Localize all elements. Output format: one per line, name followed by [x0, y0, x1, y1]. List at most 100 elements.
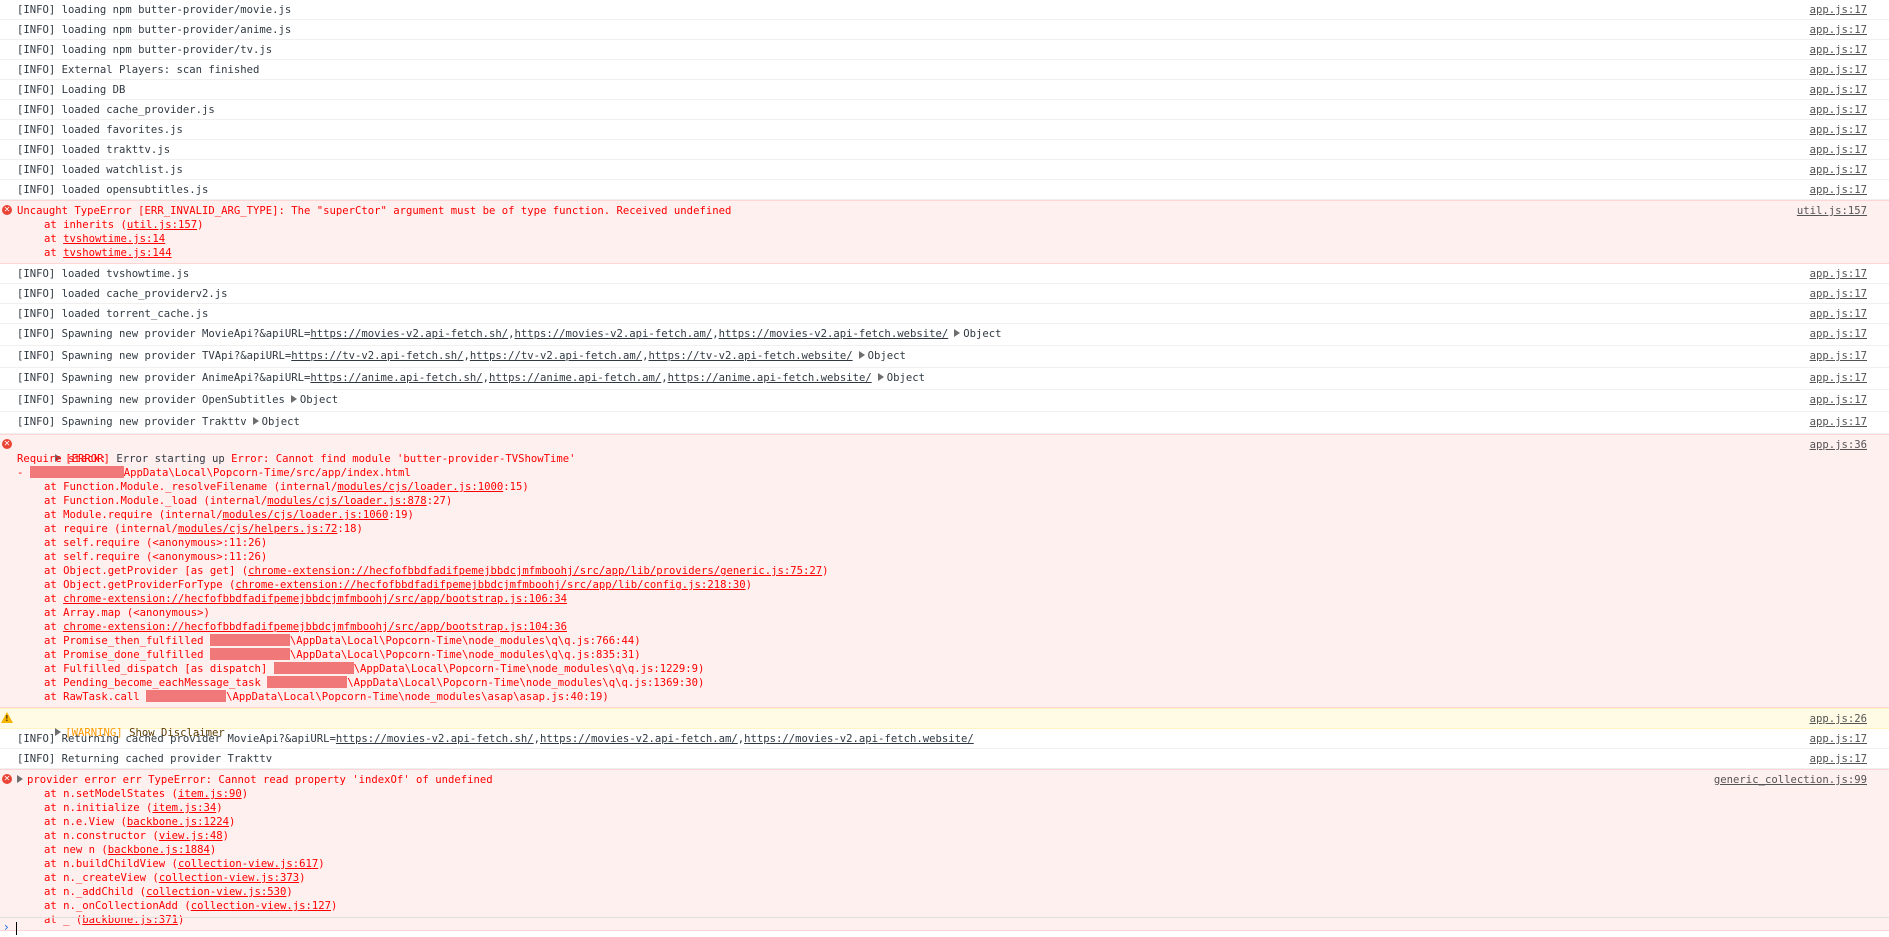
- source-link[interactable]: app.js:17: [1810, 327, 1867, 341]
- source-link[interactable]: app.js:17: [1810, 83, 1867, 97]
- stack-frame-link[interactable]: util.js:157: [127, 219, 197, 231]
- stack-frame-link[interactable]: item.js:34: [152, 802, 216, 814]
- source-link[interactable]: app.js:17: [1810, 307, 1867, 321]
- stack-frame-link[interactable]: chrome-extension://hecfofbbdfadifpemejbb…: [248, 565, 822, 577]
- message-text[interactable]: [INFO] loaded cache_provider.js: [17, 103, 1889, 117]
- message-text: [INFO] Spawning new provider OpenSubtitl…: [17, 394, 285, 406]
- source-link[interactable]: app.js:17: [1810, 732, 1867, 746]
- spawn-provider-messages: [INFO] Spawning new provider MovieApi?&a…: [0, 324, 1889, 434]
- message-text[interactable]: [INFO] loading npm butter-provider/tv.js: [17, 43, 1889, 57]
- api-url-link[interactable]: https://movies-v2.api-fetch.sh/: [336, 733, 534, 745]
- source-link[interactable]: app.js:17: [1810, 371, 1867, 385]
- stack-frame: at n._createView (collection-view.js:373…: [17, 871, 1889, 885]
- console-message: [INFO] loaded cache_provider.js app.js:17: [0, 100, 1889, 120]
- source-link[interactable]: app.js:17: [1810, 287, 1867, 301]
- stack-frame-link[interactable]: view.js:48: [159, 830, 223, 842]
- source-link[interactable]: app.js:17: [1810, 183, 1867, 197]
- source-link[interactable]: app.js:17: [1810, 103, 1867, 117]
- expand-object-triangle-icon[interactable]: [858, 351, 865, 359]
- object-label[interactable]: Object: [887, 372, 925, 384]
- api-url-link[interactable]: https://tv-v2.api-fetch.sh/: [291, 350, 463, 362]
- message-text[interactable]: [INFO] loaded opensubtitles.js: [17, 183, 1889, 197]
- message-text[interactable]: [INFO] External Players: scan finished: [17, 63, 1889, 77]
- stack-frame-link[interactable]: collection-view.js:127: [191, 900, 331, 912]
- source-link[interactable]: app.js:17: [1810, 267, 1867, 281]
- source-link[interactable]: app.js:17: [1810, 123, 1867, 137]
- stack-frame-link[interactable]: modules/cjs/loader.js:878: [267, 495, 426, 507]
- api-url-link[interactable]: https://tv-v2.api-fetch.am/: [470, 350, 642, 362]
- source-link[interactable]: app.js:17: [1810, 143, 1867, 157]
- stack-frame-link[interactable]: tvshowtime.js:144: [63, 247, 171, 259]
- message-text[interactable]: [INFO] loaded favorites.js: [17, 123, 1889, 137]
- source-link[interactable]: app.js:17: [1810, 163, 1867, 177]
- source-link[interactable]: app.js:17: [1810, 3, 1867, 17]
- api-url-link[interactable]: https://anime.api-fetch.sh/: [310, 372, 482, 384]
- stack-frame-text: ): [286, 886, 293, 898]
- error-message-text: provider error err TypeError: Cannot rea…: [27, 774, 493, 786]
- stack-frame-link[interactable]: chrome-extension://hecfofbbdfadifpemejbb…: [235, 579, 745, 591]
- message-text[interactable]: [INFO] loaded trakttv.js: [17, 143, 1889, 157]
- object-label[interactable]: Object: [262, 416, 300, 428]
- stack-frame-link[interactable]: modules/cjs/helpers.js:72: [178, 523, 337, 535]
- expand-object-triangle-icon[interactable]: [877, 373, 884, 381]
- stack-frame-text: :18): [337, 523, 363, 535]
- api-url-link[interactable]: https://movies-v2.api-fetch.am/: [540, 733, 738, 745]
- api-url-link[interactable]: https://movies-v2.api-fetch.sh/: [310, 328, 508, 340]
- stack-frame: at Function.Module._load (internal/modul…: [17, 494, 1889, 508]
- source-link[interactable]: app.js:17: [1810, 752, 1867, 766]
- object-label[interactable]: Object: [868, 350, 906, 362]
- api-url-link[interactable]: https://tv-v2.api-fetch.website/: [648, 350, 852, 362]
- console-message: [INFO] loading npm butter-provider/tv.js…: [0, 40, 1889, 60]
- stack-frame-link[interactable]: chrome-extension://hecfofbbdfadifpemejbb…: [63, 621, 567, 633]
- expand-object-triangle-icon[interactable]: [252, 417, 259, 425]
- api-url-link[interactable]: https://movies-v2.api-fetch.am/: [515, 328, 713, 340]
- expand-triangle-icon[interactable]: [17, 775, 23, 783]
- api-url-link[interactable]: https://anime.api-fetch.website/: [668, 372, 872, 384]
- source-link[interactable]: util.js:157: [1797, 204, 1867, 218]
- stack-frame: at Object.getProviderForType (chrome-ext…: [17, 578, 1889, 592]
- source-link[interactable]: app.js:17: [1810, 43, 1867, 57]
- stack-frame-link[interactable]: collection-view.js:617: [178, 858, 318, 870]
- stack-frame-link[interactable]: backbone.js:1884: [108, 844, 210, 856]
- stack-frame-link[interactable]: modules/cjs/loader.js:1060: [223, 509, 389, 521]
- message-text[interactable]: [INFO] loaded torrent_cache.js: [17, 307, 1889, 321]
- message-text[interactable]: [INFO] loaded watchlist.js: [17, 163, 1889, 177]
- stack-frame-link[interactable]: collection-view.js:530: [146, 886, 286, 898]
- message-text[interactable]: [INFO] loading npm butter-provider/anime…: [17, 23, 1889, 37]
- stack-frame-link[interactable]: modules/cjs/loader.js:1000: [337, 481, 503, 493]
- error-message-text[interactable]: Uncaught TypeError [ERR_INVALID_ARG_TYPE…: [17, 204, 1889, 218]
- stack-frame: at n.initialize (item.js:34): [17, 801, 1889, 815]
- stack-trace: at Function.Module._resolveFilename (int…: [17, 480, 1889, 704]
- message-text[interactable]: [INFO] loaded cache_providerv2.js: [17, 287, 1889, 301]
- source-link[interactable]: app.js:17: [1810, 23, 1867, 37]
- api-url-link[interactable]: https://movies-v2.api-fetch.website/: [719, 328, 949, 340]
- stack-frame-text: at Object.getProviderForType (: [44, 579, 236, 591]
- redacted-block: [273, 662, 354, 674]
- expand-object-triangle-icon[interactable]: [954, 329, 961, 337]
- source-link[interactable]: app.js:17: [1810, 349, 1867, 363]
- stack-frame-text: at Function.Module._resolveFilename (int…: [44, 481, 338, 493]
- source-link[interactable]: app.js:17: [1810, 393, 1867, 407]
- stack-frame: at Promise_done_fulfilled \AppData\Local…: [17, 648, 1889, 662]
- stack-frame-link[interactable]: collection-view.js:373: [159, 872, 299, 884]
- source-link[interactable]: app.js:36: [1810, 438, 1867, 452]
- stack-frame-link[interactable]: tvshowtime.js:14: [63, 233, 165, 245]
- console-prompt[interactable]: ›: [0, 917, 1889, 937]
- message-text: [INFO] Returning cached provider Trakttv: [17, 753, 273, 765]
- object-label[interactable]: Object: [963, 328, 1001, 340]
- source-link[interactable]: app.js:17: [1810, 63, 1867, 77]
- message-text[interactable]: [INFO] loading npm butter-provider/movie…: [17, 3, 1889, 17]
- source-link[interactable]: app.js:17: [1810, 415, 1867, 429]
- api-url-link[interactable]: https://movies-v2.api-fetch.website/: [744, 733, 974, 745]
- source-link[interactable]: app.js:26: [1810, 712, 1867, 726]
- stack-frame-text: ): [228, 816, 236, 828]
- stack-frame-link[interactable]: item.js:90: [178, 788, 242, 800]
- object-label[interactable]: Object: [300, 394, 338, 406]
- message-text[interactable]: [INFO] Loading DB: [17, 83, 1889, 97]
- source-link[interactable]: generic_collection.js:99: [1714, 773, 1867, 787]
- stack-frame-link[interactable]: backbone.js:1224: [127, 816, 229, 828]
- api-url-link[interactable]: https://anime.api-fetch.am/: [489, 372, 661, 384]
- expand-object-triangle-icon[interactable]: [290, 395, 297, 403]
- message-text[interactable]: [INFO] loaded tvshowtime.js: [17, 267, 1889, 281]
- stack-frame-link[interactable]: chrome-extension://hecfofbbdfadifpemejbb…: [63, 593, 567, 605]
